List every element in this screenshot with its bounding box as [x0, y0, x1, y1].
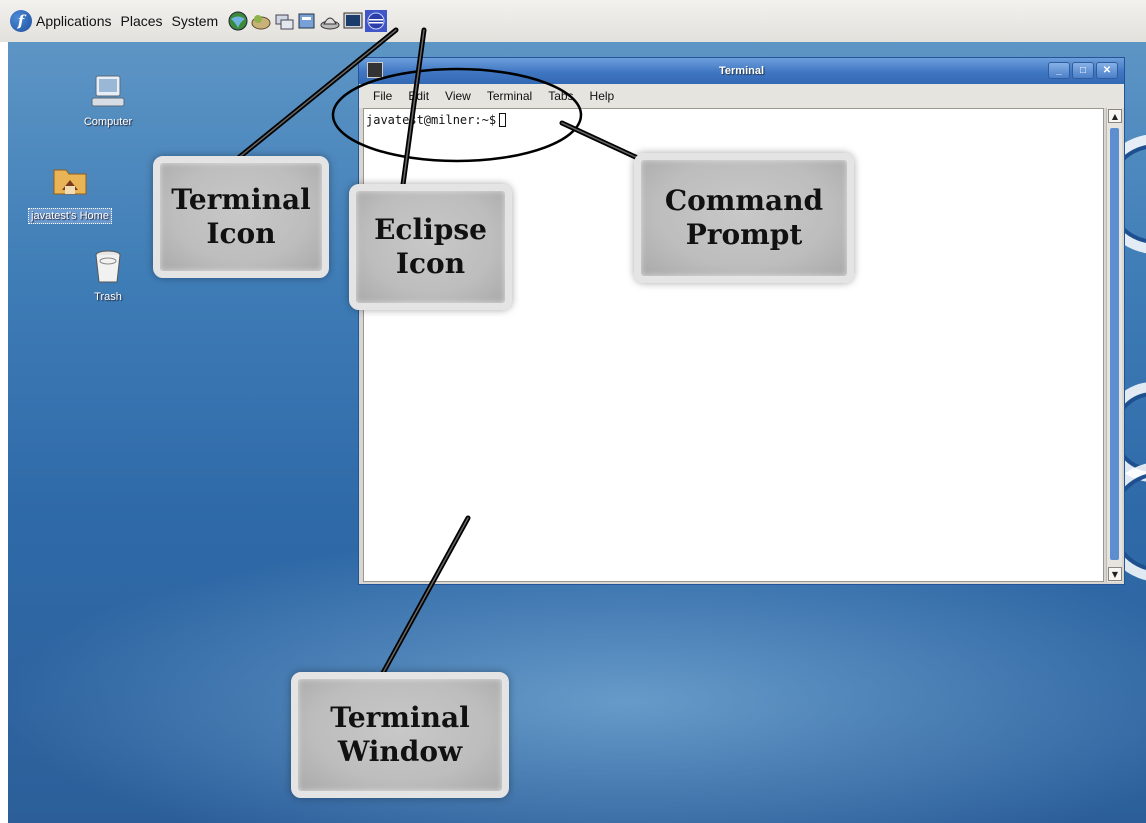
- callout-eclipse-icon: Eclipse Icon: [349, 184, 512, 310]
- callout-line: Window: [337, 735, 463, 768]
- callout-line: Terminal: [171, 183, 311, 217]
- minimize-button[interactable]: _: [1048, 62, 1070, 79]
- desktop-icon-home[interactable]: javatest's Home: [8, 160, 150, 224]
- menu-view[interactable]: View: [445, 89, 471, 103]
- callout-command-prompt: Command Prompt: [634, 153, 854, 283]
- web-browser-icon[interactable]: [227, 10, 249, 32]
- command-prompt[interactable]: javatest@milner:~$: [364, 109, 1103, 131]
- callout-line: Prompt: [685, 218, 803, 251]
- applications-menu[interactable]: Applications: [36, 13, 112, 29]
- network-icon[interactable]: [273, 10, 295, 32]
- callout-terminal-window: Terminal Window: [291, 672, 509, 798]
- email-icon[interactable]: [250, 10, 272, 32]
- files-icon[interactable]: [296, 10, 318, 32]
- desktop-icon-trash[interactable]: Trash: [48, 247, 168, 303]
- window-title: Terminal: [718, 65, 765, 77]
- desktop-icon-computer[interactable]: Computer: [48, 72, 168, 128]
- callout-line: Icon: [395, 247, 466, 280]
- callout-line: Terminal: [330, 701, 470, 735]
- scroll-thumb[interactable]: [1110, 128, 1119, 560]
- prompt-text: javatest@milner:~$: [366, 113, 497, 127]
- close-button[interactable]: ✕: [1096, 62, 1118, 79]
- terminal-menubar: File Edit View Terminal Tabs Help: [359, 84, 1124, 108]
- desktop-icon-label: Computer: [83, 116, 133, 128]
- scroll-up-arrow-icon[interactable]: ▲: [1108, 109, 1122, 123]
- menu-help[interactable]: Help: [590, 89, 615, 103]
- hat-icon[interactable]: [319, 10, 341, 32]
- callout-line: Eclipse: [374, 213, 487, 247]
- scroll-down-arrow-icon[interactable]: ▼: [1108, 567, 1122, 581]
- desktop-icon-label: javatest's Home: [28, 208, 112, 224]
- menu-tabs[interactable]: Tabs: [548, 89, 573, 103]
- terminal-titlebar[interactable]: Terminal _ □ ✕: [359, 58, 1124, 84]
- scrollbar[interactable]: ▲ ▼: [1106, 108, 1122, 582]
- desktop-icon-label: Trash: [94, 291, 122, 303]
- menu-terminal[interactable]: Terminal: [487, 89, 532, 103]
- text-cursor: [499, 113, 507, 127]
- top-panel: f Applications Places System: [0, 0, 1146, 42]
- callout-line: Command: [664, 184, 824, 218]
- terminal-icon[interactable]: [342, 10, 364, 32]
- menu-edit[interactable]: Edit: [408, 89, 429, 103]
- system-menu[interactable]: System: [172, 13, 219, 29]
- places-menu[interactable]: Places: [121, 13, 163, 29]
- home-folder-icon: [50, 160, 90, 200]
- callout-line: Icon: [206, 217, 276, 250]
- trash-icon: [88, 247, 128, 287]
- computer-icon: [88, 72, 128, 112]
- terminal-window-icon: [367, 62, 383, 78]
- fedora-logo-icon[interactable]: f: [10, 10, 32, 32]
- callout-terminal-icon: Terminal Icon: [153, 156, 329, 278]
- eclipse-icon[interactable]: [365, 10, 388, 32]
- window-controls: _ □ ✕: [1048, 62, 1118, 79]
- maximize-button[interactable]: □: [1072, 62, 1094, 79]
- terminal-window[interactable]: Terminal _ □ ✕ File Edit View Terminal T…: [358, 57, 1125, 585]
- menu-file[interactable]: File: [373, 89, 392, 103]
